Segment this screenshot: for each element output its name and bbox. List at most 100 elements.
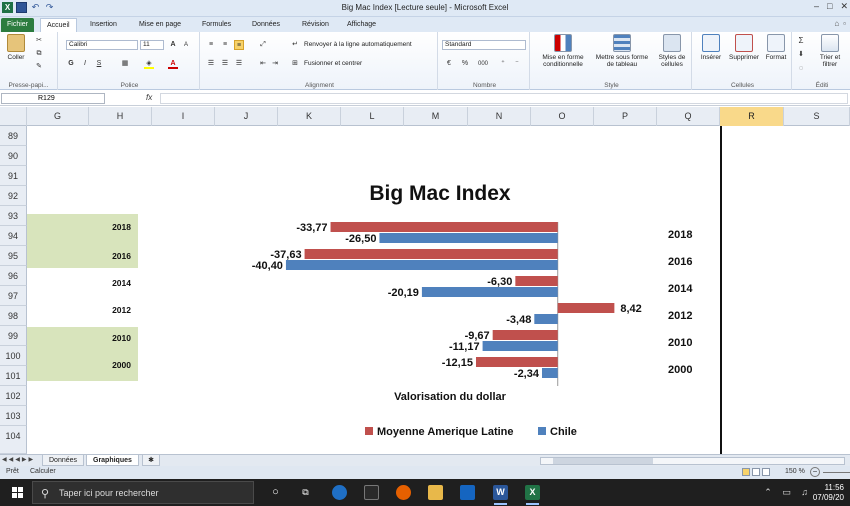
row-header[interactable]: 102 xyxy=(0,386,27,406)
font-name-select[interactable]: Calibri xyxy=(66,40,138,50)
delete-cells-button[interactable]: Supprimer xyxy=(726,34,762,61)
store-icon[interactable] xyxy=(364,485,379,500)
thousands-button[interactable]: 000 xyxy=(476,59,490,69)
percent-button[interactable]: % xyxy=(460,59,470,69)
year-cell[interactable]: 2018 xyxy=(89,222,131,232)
fill-icon[interactable]: ⬇ xyxy=(796,50,806,60)
align-top-icon[interactable]: ≡ xyxy=(206,40,216,50)
merge-center-icon[interactable]: ⊞ xyxy=(290,59,300,69)
year-cell[interactable]: 2016 xyxy=(89,251,131,261)
autosum-icon[interactable]: Σ xyxy=(796,36,806,46)
column-header[interactable]: M xyxy=(404,107,468,126)
tab-page-layout[interactable]: Mise en page xyxy=(133,18,187,32)
row-header[interactable]: 98 xyxy=(0,306,27,326)
status-calc[interactable]: Calculer xyxy=(30,468,56,475)
taskbar-search[interactable]: ⚲ Taper ici pour rechercher xyxy=(32,481,254,504)
number-format-select[interactable]: Standard xyxy=(442,40,526,50)
row-header[interactable]: 95 xyxy=(0,246,27,266)
underline-button[interactable]: S xyxy=(94,59,104,69)
sort-filter-button[interactable]: Trier et filtrer xyxy=(812,34,848,68)
fill-color-icon[interactable]: ◈ xyxy=(144,59,154,69)
year-cell[interactable]: 2014 xyxy=(89,278,131,288)
select-all-corner[interactable] xyxy=(0,107,27,126)
tab-home[interactable]: Accueil xyxy=(40,18,77,32)
year-cell[interactable]: 2012 xyxy=(89,305,131,315)
row-header[interactable]: 96 xyxy=(0,266,27,286)
system-tray-icons[interactable]: ⌃ ▭ ♫ xyxy=(764,487,812,498)
column-header[interactable]: P xyxy=(594,107,657,126)
row-header[interactable]: 89 xyxy=(0,126,27,146)
tab-data[interactable]: Données xyxy=(246,18,286,32)
tab-review[interactable]: Révision xyxy=(296,18,335,32)
column-header[interactable]: J xyxy=(215,107,278,126)
column-header[interactable]: S xyxy=(784,107,850,126)
year-cell[interactable]: 2010 xyxy=(89,333,131,343)
column-header[interactable]: H xyxy=(89,107,152,126)
format-painter-icon[interactable]: ✎ xyxy=(34,62,44,72)
page-layout-view-icon[interactable] xyxy=(752,468,760,476)
minimize-ribbon-icon[interactable]: ▫ xyxy=(843,19,846,28)
column-header-selected[interactable]: R xyxy=(720,107,784,126)
font-color-icon[interactable]: A xyxy=(168,59,178,69)
bar-chart[interactable]: Big Mac Index -33,77 -26,50 2018 -37,63 -40,4… xyxy=(200,170,710,453)
decrease-indent-icon[interactable]: ⇤ xyxy=(258,59,268,69)
increase-decimal-icon[interactable]: ⁺ xyxy=(498,59,508,69)
align-middle-icon[interactable]: ≡ xyxy=(220,40,230,50)
row-header[interactable]: 91 xyxy=(0,166,27,186)
wrap-text-button[interactable]: Renvoyer à la ligne automatiquement xyxy=(304,41,412,48)
year-cell[interactable]: 2000 xyxy=(89,360,131,370)
cortana-icon[interactable]: ○ xyxy=(268,485,283,500)
row-header[interactable]: 90 xyxy=(0,146,27,166)
name-box[interactable]: R129 xyxy=(1,93,105,104)
sheet-tab-donnees[interactable]: Données xyxy=(42,455,85,466)
tab-view[interactable]: Affichage xyxy=(341,18,382,32)
align-center-icon[interactable]: ☰ xyxy=(220,59,230,69)
align-bottom-icon[interactable]: ≡ xyxy=(234,40,244,50)
minimize-button[interactable]: – xyxy=(814,1,819,12)
page-break-view-icon[interactable] xyxy=(762,468,770,476)
column-header[interactable]: O xyxy=(531,107,594,126)
row-header[interactable]: 101 xyxy=(0,366,27,386)
bold-button[interactable]: G xyxy=(66,59,76,69)
paste-button[interactable]: Coller xyxy=(4,34,28,61)
tab-insert[interactable]: Insertion xyxy=(84,18,123,32)
row-header[interactable]: 103 xyxy=(0,406,27,426)
row-header[interactable]: 93 xyxy=(0,206,27,226)
help-icon[interactable]: ⌂ xyxy=(834,19,839,28)
clock[interactable]: 11:56 07/09/20 xyxy=(813,483,844,503)
zoom-slider[interactable] xyxy=(823,472,850,473)
align-left-icon[interactable]: ☰ xyxy=(206,59,216,69)
format-cells-button[interactable]: Format xyxy=(762,34,790,61)
align-right-icon[interactable]: ☰ xyxy=(234,59,244,69)
cut-icon[interactable]: ✂ xyxy=(34,36,44,46)
cell-styles-button[interactable]: Styles de cellules xyxy=(654,34,690,68)
sheet-nav-arrows-icon[interactable]: ◀◀◀▶▶ xyxy=(2,456,35,463)
merge-center-button[interactable]: Fusionner et centrer xyxy=(304,60,362,67)
formula-input[interactable] xyxy=(160,93,848,104)
row-header[interactable]: 94 xyxy=(0,226,27,246)
mail-icon[interactable] xyxy=(460,485,475,500)
row-header[interactable]: 97 xyxy=(0,286,27,306)
zoom-level[interactable]: 150 % xyxy=(785,468,805,475)
edge-icon[interactable] xyxy=(332,485,347,500)
row-header[interactable]: 99 xyxy=(0,326,27,346)
column-header[interactable]: K xyxy=(278,107,341,126)
sheet-tab-graphiques[interactable]: Graphiques xyxy=(86,455,139,466)
new-sheet-icon[interactable]: ✱ xyxy=(142,455,160,466)
borders-icon[interactable]: ▦ xyxy=(120,59,130,69)
clear-icon[interactable]: ◌ xyxy=(796,64,806,74)
column-header[interactable]: Q xyxy=(657,107,720,126)
italic-button[interactable]: I xyxy=(80,59,90,69)
column-header[interactable]: N xyxy=(468,107,531,126)
horizontal-scrollbar[interactable] xyxy=(540,457,845,465)
column-header[interactable]: G xyxy=(27,107,89,126)
normal-view-icon[interactable] xyxy=(742,468,750,476)
increase-indent-icon[interactable]: ⇥ xyxy=(270,59,280,69)
file-explorer-icon[interactable] xyxy=(428,485,443,500)
tab-file[interactable]: Fichier xyxy=(1,18,35,32)
grow-font-icon[interactable]: A xyxy=(168,40,178,50)
font-size-select[interactable]: 11 xyxy=(140,40,164,50)
orientation-icon[interactable]: ⤢ xyxy=(258,40,268,50)
column-header[interactable]: I xyxy=(152,107,215,126)
tab-formulas[interactable]: Formules xyxy=(196,18,237,32)
